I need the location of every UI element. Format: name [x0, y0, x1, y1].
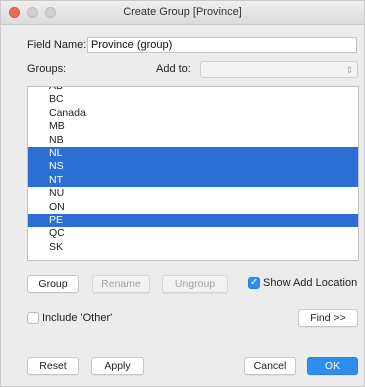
title-bar: Create Group [Province] [1, 1, 364, 25]
checkmark-icon: ✓ [250, 277, 259, 288]
ok-button[interactable]: OK [307, 357, 358, 375]
ungroup-button[interactable]: Ungroup [162, 275, 228, 293]
list-item[interactable]: Canada [28, 107, 358, 120]
select-arrows-icon: ⇕ [345, 65, 353, 75]
list-item[interactable]: MB [28, 120, 358, 133]
rename-button[interactable]: Rename [92, 275, 150, 293]
add-to-select[interactable]: ⇕ [200, 61, 358, 78]
list-item[interactable]: QC [28, 227, 358, 240]
list-item[interactable]: NB [28, 134, 358, 147]
list-item[interactable]: BC [28, 93, 358, 106]
add-to-label: Add to: [156, 63, 191, 75]
list-item[interactable]: PE [28, 213, 358, 228]
list-item[interactable]: AB [28, 87, 358, 93]
cancel-button[interactable]: Cancel [244, 357, 296, 375]
list-item[interactable]: NU [28, 187, 358, 200]
create-group-dialog: Create Group [Province] Field Name: Grou… [0, 0, 365, 387]
members-list-items: AB BC Canada MB NB NL NS NT NU ON PE QC SK [28, 87, 358, 254]
show-add-location-checkbox[interactable]: ✓ [248, 277, 260, 289]
list-item[interactable]: ON [28, 201, 358, 214]
apply-button[interactable]: Apply [91, 357, 144, 375]
show-add-location-label[interactable]: Show Add Location [263, 277, 357, 289]
groups-label: Groups: [27, 63, 67, 75]
find-button[interactable]: Find >> [298, 309, 358, 327]
reset-button[interactable]: Reset [27, 357, 79, 375]
group-button[interactable]: Group [27, 275, 79, 293]
window-title: Create Group [Province] [123, 6, 242, 18]
include-other-label[interactable]: Include 'Other' [42, 312, 112, 324]
members-list[interactable]: AB BC Canada MB NB NL NS NT NU ON PE QC SK [27, 86, 359, 261]
list-item[interactable]: NT [28, 173, 358, 188]
field-name-label: Field Name: [27, 39, 87, 51]
field-name-input[interactable] [87, 37, 357, 53]
list-item[interactable]: NS [28, 160, 358, 174]
list-item[interactable]: NL [28, 146, 358, 161]
include-other-checkbox[interactable] [27, 312, 39, 324]
list-item[interactable]: SK [28, 241, 358, 254]
